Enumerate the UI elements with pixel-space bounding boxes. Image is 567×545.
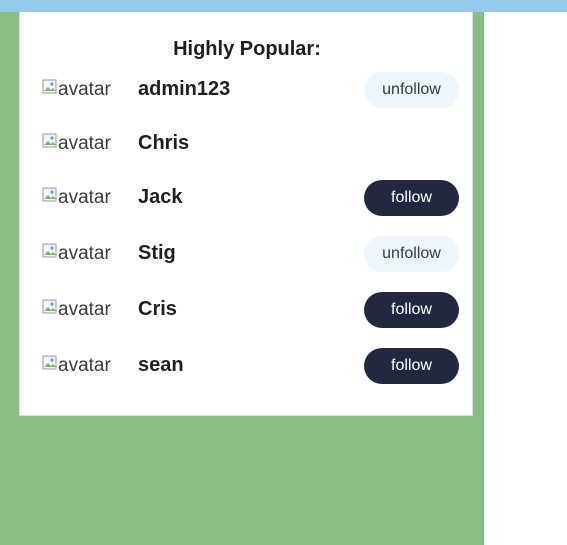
card-title: Highly Popular: xyxy=(173,38,321,60)
broken-image-icon xyxy=(42,133,58,149)
popular-users-card: Highly Popular: avatar admin123 unfollow… xyxy=(19,12,473,416)
follow-button[interactable]: follow xyxy=(364,180,459,216)
username[interactable]: Stig xyxy=(138,242,176,265)
username[interactable]: admin123 xyxy=(138,78,230,101)
follow-button[interactable]: follow xyxy=(364,292,459,328)
unfollow-button[interactable]: unfollow xyxy=(364,72,459,108)
avatar: avatar xyxy=(42,186,122,210)
user-row: avatar Chris xyxy=(20,124,474,164)
username[interactable]: Jack xyxy=(138,186,183,209)
avatar-alt-text: avatar xyxy=(58,79,111,100)
top-bar xyxy=(0,0,567,12)
avatar: avatar xyxy=(42,78,122,102)
avatar-alt-text: avatar xyxy=(58,243,111,264)
user-row: avatar admin123 unfollow xyxy=(20,70,474,110)
avatar-alt-text: avatar xyxy=(58,299,111,320)
broken-image-icon xyxy=(42,187,58,203)
broken-image-icon xyxy=(42,355,58,371)
avatar: avatar xyxy=(42,354,122,378)
user-row: avatar Stig unfollow xyxy=(20,234,474,274)
avatar: avatar xyxy=(42,298,122,322)
avatar-alt-text: avatar xyxy=(58,187,111,208)
username[interactable]: sean xyxy=(138,354,184,377)
avatar-alt-text: avatar xyxy=(58,133,111,154)
unfollow-button[interactable]: unfollow xyxy=(364,236,459,272)
username[interactable]: Chris xyxy=(138,132,189,155)
username[interactable]: Cris xyxy=(138,298,177,321)
follow-button[interactable]: follow xyxy=(364,348,459,384)
avatar-alt-text: avatar xyxy=(58,355,111,376)
avatar: avatar xyxy=(42,242,122,266)
user-row: avatar Jack follow xyxy=(20,178,474,218)
avatar: avatar xyxy=(42,132,122,156)
user-row: avatar Cris follow xyxy=(20,290,474,330)
broken-image-icon xyxy=(42,79,58,95)
user-row: avatar sean follow xyxy=(20,346,474,386)
broken-image-icon xyxy=(42,243,58,259)
broken-image-icon xyxy=(42,299,58,315)
